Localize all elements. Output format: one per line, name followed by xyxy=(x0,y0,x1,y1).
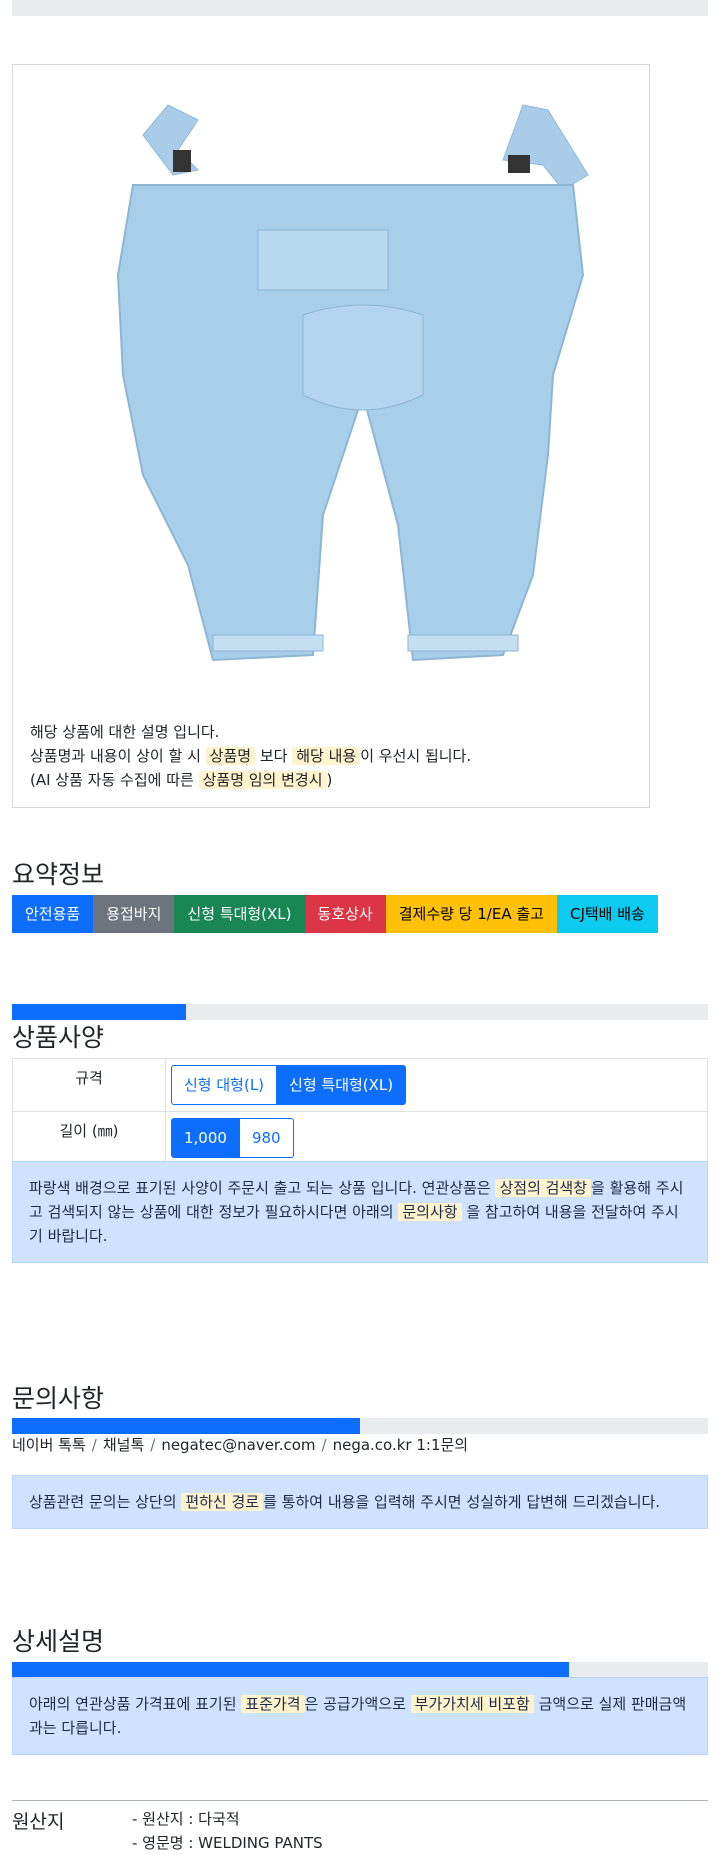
badge-category: 안전용품 xyxy=(12,895,94,933)
link-email[interactable]: negatec@naver.com xyxy=(161,1436,315,1454)
highlight-inquiry: 문의사항 xyxy=(398,1203,462,1221)
desc-line-1: 해당 상품에 대한 설명 입니다. xyxy=(30,723,220,741)
spec-table: 규격 신형 대형(L) 신형 특대형(XL) 길이 (㎜) 1,000 980 xyxy=(12,1058,708,1165)
desc-line-3: (AI 상품 자동 수집에 따른 상품명 임의 변경시) xyxy=(30,771,333,789)
spec-label-size: 규격 xyxy=(12,1058,166,1112)
detail-title: 상세설명 xyxy=(12,1627,105,1656)
option-length-1000[interactable]: 1,000 xyxy=(171,1118,240,1158)
summary-title: 요약정보 xyxy=(12,860,105,889)
link-site-inquiry[interactable]: nega.co.kr 1:1문의 xyxy=(333,1436,469,1454)
detail-notice: 아래의 연관상품 가격표에 표기된 표준가격 은 공급가액으로 부가가치세 비포함… xyxy=(12,1677,708,1755)
highlight-content: 해당 내용 xyxy=(292,747,361,765)
badge-type: 용접바지 xyxy=(93,895,175,933)
option-length-980[interactable]: 980 xyxy=(239,1118,294,1158)
inquiry-notice: 상품관련 문의는 상단의 편하신 경로 를 통하여 내용을 입력해 주시면 성실하… xyxy=(12,1475,708,1529)
highlight-product-name: 상품명 xyxy=(205,747,256,765)
highlight-preferred-route: 편하신 경로 xyxy=(181,1493,264,1511)
summary-badges: 안전용품 용접바지 신형 특대형(XL) 동호상사 결제수량 당 1/EA 출고… xyxy=(12,895,658,933)
origin-values: - 원산지 : 다국적 - 영문명 : WELDING PANTS xyxy=(132,1807,323,1855)
badge-supplier: 동호상사 xyxy=(304,895,386,933)
origin-section: 원산지 - 원산지 : 다국적 - 영문명 : WELDING PANTS xyxy=(12,1800,708,1852)
spec-notice: 파랑색 배경으로 표기된 사양이 주문시 출고 되는 상품 입니다. 연관상품은… xyxy=(12,1161,708,1263)
origin-label: 원산지 xyxy=(12,1811,65,1833)
product-description: 해당 상품에 대한 설명 입니다. 상품명과 내용이 상이 할 시 상품명 보다… xyxy=(30,720,471,792)
highlight-standard-price: 표준가격 xyxy=(241,1695,305,1713)
desc-line-2: 상품명과 내용이 상이 할 시 상품명 보다 해당 내용 이 우선시 됩니다. xyxy=(30,747,472,765)
highlight-search-box: 상점의 검색창 xyxy=(495,1179,592,1197)
product-image xyxy=(116,104,589,662)
spec-title: 상품사양 xyxy=(12,1023,105,1052)
link-channeltalk[interactable]: 채널톡 xyxy=(103,1436,144,1454)
option-size-l[interactable]: 신형 대형(L) xyxy=(171,1065,278,1105)
length-option-group: 1,000 980 xyxy=(171,1118,294,1158)
highlight-name-change: 상품명 임의 변경시 xyxy=(198,771,327,789)
badge-quantity: 결제수량 당 1/EA 출고 xyxy=(385,895,557,933)
product-card: 해당 상품에 대한 설명 입니다. 상품명과 내용이 상이 할 시 상품명 보다… xyxy=(12,64,650,808)
spec-label-length: 길이 (㎜) xyxy=(12,1111,166,1165)
detail-progress-bar xyxy=(12,1662,708,1678)
badge-size: 신형 특대형(XL) xyxy=(174,895,305,933)
spec-row-size: 규격 신형 대형(L) 신형 특대형(XL) xyxy=(12,1058,708,1112)
inquiry-progress-fill xyxy=(12,1418,360,1434)
link-naver-talktalk[interactable]: 네이버 톡톡 xyxy=(12,1436,86,1454)
top-divider-bar xyxy=(12,0,708,16)
option-size-xl[interactable]: 신형 특대형(XL) xyxy=(277,1065,407,1105)
badge-shipping: CJ택배 배송 xyxy=(556,895,658,933)
detail-progress-fill xyxy=(12,1662,569,1678)
origin-country: - 원산지 : 다국적 xyxy=(132,1810,240,1828)
highlight-vat-excluded: 부가가치세 비포함 xyxy=(410,1695,534,1713)
inquiry-title: 문의사항 xyxy=(12,1384,105,1413)
inquiry-progress-bar xyxy=(12,1418,708,1434)
size-option-group: 신형 대형(L) 신형 특대형(XL) xyxy=(171,1065,407,1105)
contact-links: 네이버 톡톡 / 채널톡 / negatec@naver.com / nega.co.kr … xyxy=(12,1436,469,1454)
origin-english-name: - 영문명 : WELDING PANTS xyxy=(132,1834,323,1852)
spec-row-length: 길이 (㎜) 1,000 980 xyxy=(12,1111,708,1165)
